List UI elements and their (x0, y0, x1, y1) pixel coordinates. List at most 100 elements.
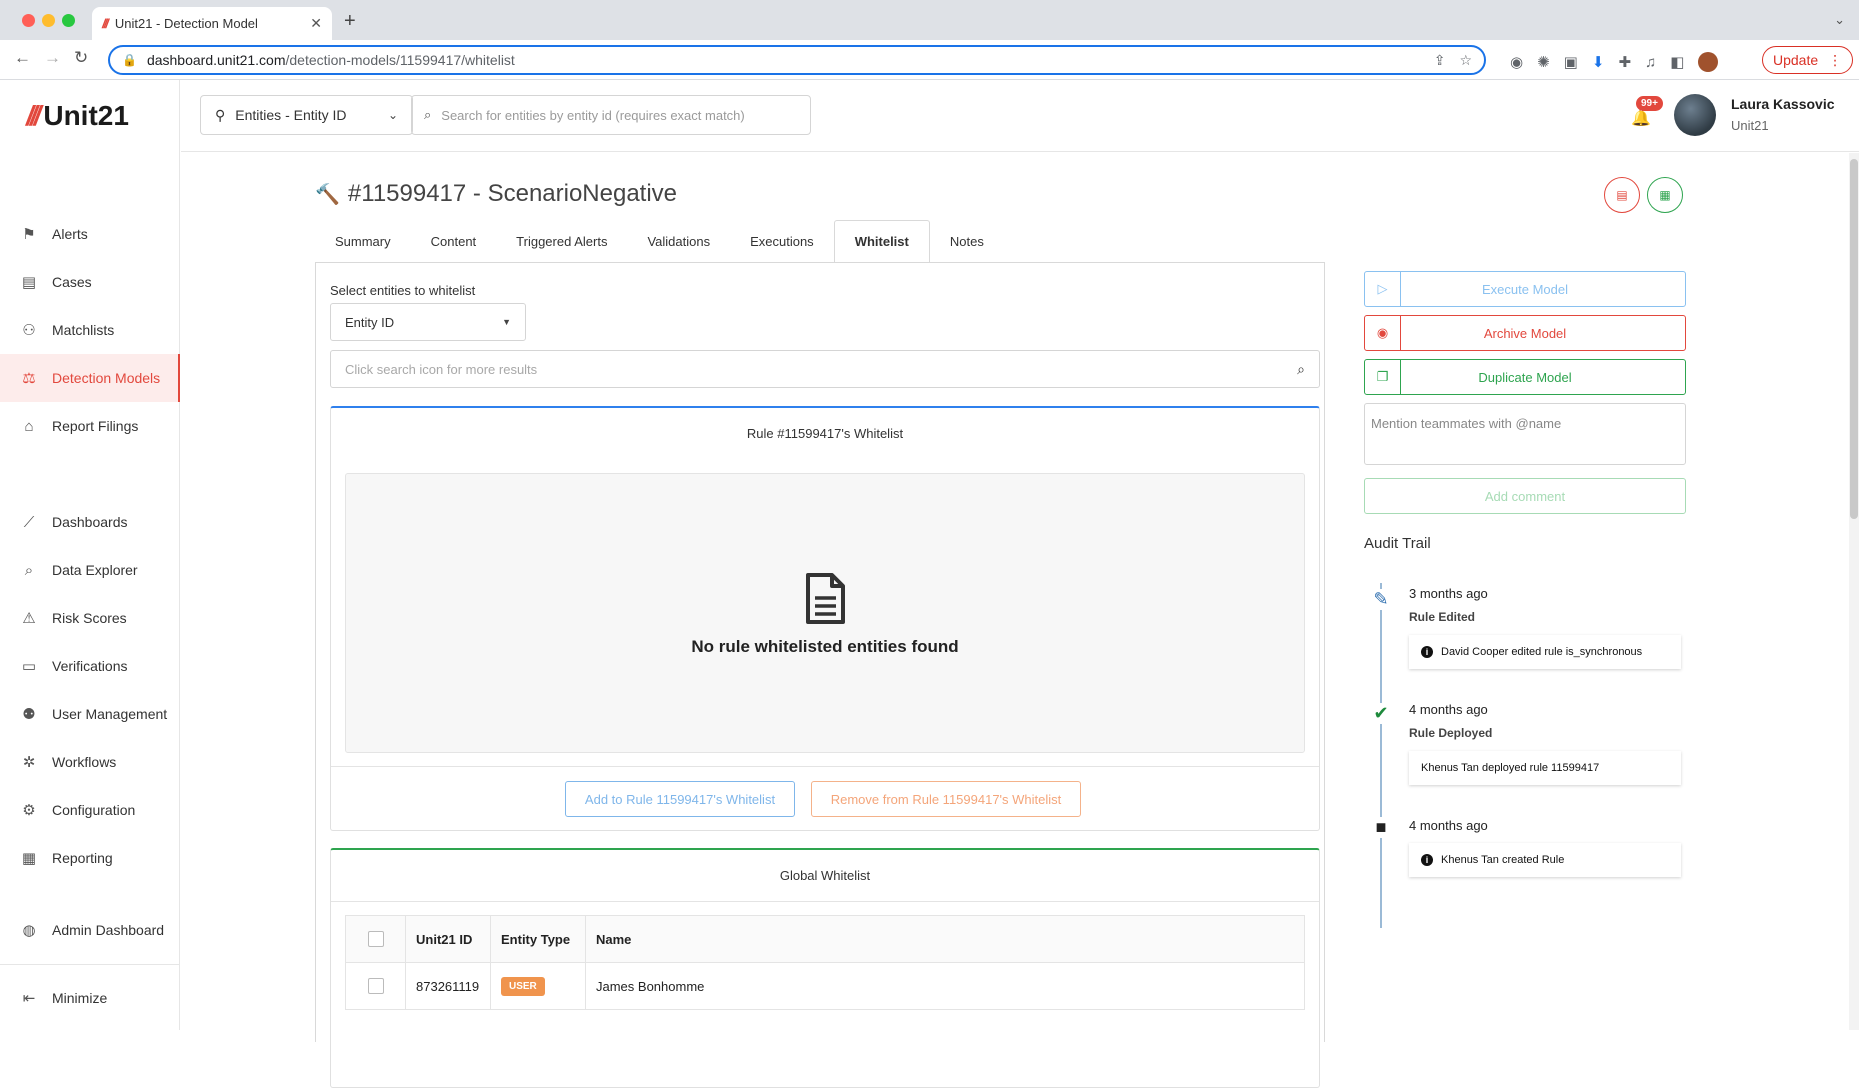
audit-event-detail: Khenus Tan deployed rule 11599417 (1421, 762, 1600, 774)
browser-tab[interactable]: /// Unit21 - Detection Model ✕ (92, 7, 332, 40)
maximize-window-button[interactable] (62, 14, 75, 27)
tab-whitelist[interactable]: Whitelist (833, 220, 930, 263)
audit-trail-title: Audit Trail (1364, 535, 1431, 552)
sidepanel-icon[interactable]: ◧ (1670, 53, 1684, 71)
sidebar-item-label: Detection Models (52, 370, 161, 386)
global-whitelist-box: Global Whitelist Unit21 ID Entity Type N… (330, 848, 1320, 1088)
duplicate-model-button[interactable]: ❐ Duplicate Model (1364, 359, 1686, 395)
table-row[interactable]: 873261119 USER James Bonhomme (345, 962, 1305, 1010)
tab-triggered-alerts[interactable]: Triggered Alerts (496, 220, 627, 263)
select-entities-label: Select entities to whitelist (330, 283, 476, 298)
sidebar-item-user-management[interactable]: ⚉ User Management (0, 690, 180, 738)
minimize-sidebar-button[interactable]: ⇤ Minimize (0, 974, 180, 1022)
empty-state: No rule whitelisted entities found (345, 473, 1305, 753)
select-all-cell (345, 915, 406, 963)
media-icon[interactable]: ♫ (1645, 54, 1656, 71)
add-to-whitelist-button[interactable]: Add to Rule 11599417's Whitelist (565, 781, 795, 817)
archive-model-button[interactable]: ◉ Archive Model (1364, 315, 1686, 351)
comment-input[interactable]: Mention teammates with @name (1364, 403, 1686, 465)
sidebar-item-label: Reporting (52, 850, 113, 866)
name-cell: James Bonhomme (585, 962, 1305, 1010)
sidebar-item-cases[interactable]: ▤ Cases (0, 258, 180, 306)
minimize-window-button[interactable] (42, 14, 55, 27)
export-pdf-button[interactable]: ▤ (1604, 177, 1640, 213)
column-header-entity-type[interactable]: Entity Type (490, 915, 586, 963)
tab-executions[interactable]: Executions (730, 220, 834, 263)
global-whitelist-table: Unit21 ID Entity Type Name 873261119 USE… (345, 915, 1305, 1010)
bookmark-star-icon[interactable]: ☆ (1459, 52, 1472, 69)
sidebar-item-dashboards[interactable]: ⟋ Dashboards (0, 498, 180, 546)
sidebar-item-verifications[interactable]: ▭ Verifications (0, 642, 180, 690)
search-icon[interactable]: ⌕ (1297, 361, 1305, 378)
profile-avatar[interactable] (1698, 52, 1719, 72)
sidebar-item-workflows[interactable]: ✲ Workflows (0, 738, 180, 786)
id-card-icon: ▭ (21, 658, 37, 675)
sidebar-divider (0, 964, 180, 965)
execute-model-button[interactable]: ▷ Execute Model (1364, 271, 1686, 307)
sidebar-item-matchlists[interactable]: ⚇ Matchlists (0, 306, 180, 354)
extension-2-icon[interactable]: ✺ (1537, 53, 1550, 71)
close-window-button[interactable] (22, 14, 35, 27)
sidebar-item-risk-scores[interactable]: ⚠ Risk Scores (0, 594, 180, 642)
entity-type-cell: USER (490, 962, 586, 1010)
row-checkbox[interactable] (367, 978, 384, 995)
scrollbar-thumb[interactable] (1850, 159, 1858, 519)
new-tab-icon[interactable]: + (344, 10, 356, 33)
page-title-text: #11599417 - ScenarioNegative (347, 180, 678, 207)
audit-event-detail: Khenus Tan created Rule (1441, 854, 1565, 866)
whitelist-search-input[interactable]: Click search icon for more results ⌕ (330, 350, 1320, 388)
select-all-checkbox[interactable] (367, 931, 384, 948)
unit21-logo[interactable]: /// Unit21 (26, 100, 129, 132)
tab-content[interactable]: Content (411, 220, 497, 263)
briefcase-icon: ▤ (21, 274, 37, 291)
address-bar[interactable]: 🔒 dashboard.unit21.com/detection-models/… (108, 45, 1486, 75)
rule-whitelist-box: Rule #11599417's Whitelist No rule white… (330, 406, 1320, 831)
entity-search-placeholder: Search for entities by entity id (requir… (441, 107, 745, 123)
bell-icon[interactable]: 🔔 (1631, 108, 1651, 128)
column-header-name[interactable]: Name (585, 915, 1305, 963)
close-tab-icon[interactable]: ✕ (310, 15, 322, 32)
gear-icon: ⚙ (22, 802, 36, 819)
entity-field-dropdown[interactable]: Entity ID ▼ (330, 303, 526, 341)
forward-icon[interactable]: → (44, 48, 61, 68)
sidebar-item-report-filings[interactable]: ⌂ Report Filings (0, 402, 180, 450)
update-button[interactable]: Update ⋮ (1762, 46, 1854, 74)
user-name[interactable]: Laura Kassovic (1731, 96, 1835, 112)
extension-3-icon[interactable]: ▣ (1564, 53, 1578, 71)
share-icon[interactable]: ⇪ (1434, 52, 1446, 69)
export-excel-button[interactable]: ▦ (1647, 177, 1683, 213)
column-header-unit21-id[interactable]: Unit21 ID (405, 915, 491, 963)
briefcase-icon: ■ (1369, 817, 1393, 838)
tab-search-chevron-icon[interactable]: ⌄ (1834, 12, 1845, 28)
sidebar-item-admin-dashboard[interactable]: ◍ Admin Dashboard (0, 906, 180, 954)
whitelist-search-placeholder: Click search icon for more results (345, 361, 538, 377)
user-avatar[interactable] (1674, 94, 1716, 136)
timeline-line (1380, 583, 1382, 928)
entity-type-selector[interactable]: ⚲ Entities - Entity ID ⌄ (200, 95, 413, 135)
entity-search-input[interactable]: ⌕ Search for entities by entity id (requ… (411, 95, 811, 135)
sidebar-item-label: Configuration (52, 802, 136, 818)
sidebar-item-data-explorer[interactable]: ⌕ Data Explorer (0, 546, 180, 594)
tab-summary[interactable]: Summary (315, 220, 411, 263)
document-icon (806, 573, 845, 624)
archive-model-label: Archive Model (1483, 325, 1567, 341)
sidebar-item-alerts[interactable]: ⚑ Alerts (0, 210, 180, 258)
more-menu-icon[interactable]: ⋮ (1828, 52, 1842, 69)
sidebar-item-reporting[interactable]: ▦ Reporting (0, 834, 180, 882)
puzzle-icon[interactable]: ✚ (1618, 53, 1631, 71)
reload-icon[interactable]: ↻ (74, 48, 88, 68)
sidebar-item-configuration[interactable]: ⚙ Configuration (0, 786, 180, 834)
remove-from-whitelist-button[interactable]: Remove from Rule 11599417's Whitelist (811, 781, 1081, 817)
logo-text: Unit21 (43, 100, 129, 131)
excel-file-icon: ▦ (1659, 188, 1671, 202)
sidebar-item-detection-models[interactable]: ⚖ Detection Models (0, 354, 180, 402)
unit21-favicon-icon: /// (102, 16, 109, 31)
extension-1-icon[interactable]: ◉ (1510, 53, 1523, 71)
back-icon[interactable]: ← (14, 48, 31, 68)
download-icon[interactable]: ⬇ (1592, 53, 1605, 71)
add-comment-button[interactable]: Add comment (1364, 478, 1686, 514)
page-scrollbar[interactable] (1849, 153, 1859, 1030)
tab-validations[interactable]: Validations (627, 220, 730, 263)
tab-notes[interactable]: Notes (930, 220, 1004, 263)
play-icon: ▷ (1365, 272, 1401, 306)
